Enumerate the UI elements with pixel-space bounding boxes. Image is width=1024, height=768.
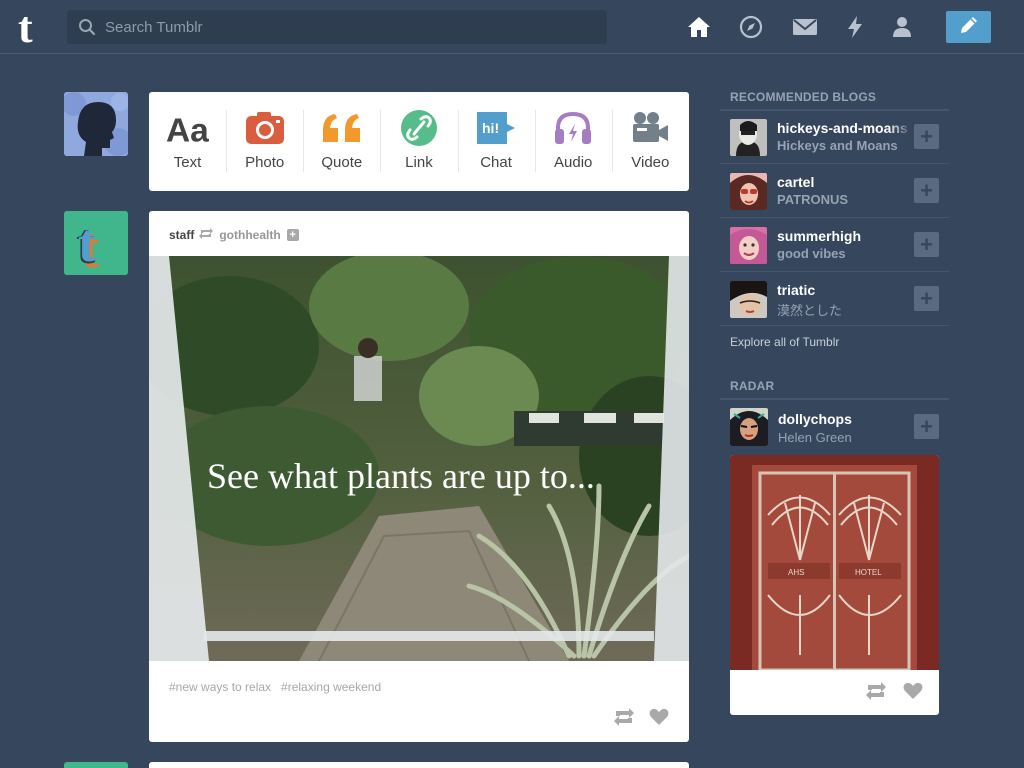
blog-avatar[interactable] <box>730 173 767 210</box>
recommended-blogs-title: RECOMMENDED BLOGS <box>720 90 949 111</box>
radar-post: AHS HOTEL <box>730 455 939 715</box>
radar-title: RADAR <box>720 379 949 400</box>
reblog-source-link[interactable]: gothhealth <box>219 228 280 242</box>
post-type-label: Link <box>405 154 433 171</box>
post-type-label: Photo <box>245 154 285 171</box>
search-input[interactable] <box>105 10 595 44</box>
post-type-label: Chat <box>480 154 512 171</box>
post-tags: #new ways to relax #relaxing weekend <box>169 680 381 694</box>
post-type-video[interactable]: Video <box>611 92 689 191</box>
activity-lightning-icon[interactable] <box>842 14 868 40</box>
blog-avatar[interactable] <box>730 281 767 318</box>
video-camera-icon <box>628 110 672 146</box>
recommended-blog-item[interactable]: cartel PATRONUS + <box>720 164 949 218</box>
like-heart-icon[interactable] <box>903 682 923 705</box>
reblog-arrow-icon <box>199 228 214 242</box>
follow-button[interactable]: + <box>914 414 939 439</box>
post-type-label: Audio <box>554 154 593 171</box>
next-post-avatar[interactable] <box>64 762 128 768</box>
explore-compass-icon[interactable] <box>738 14 764 40</box>
reblog-icon[interactable] <box>865 682 887 705</box>
text-aa-icon: Aa <box>166 110 210 146</box>
svg-text:hi!: hi! <box>482 120 499 136</box>
headphones-icon <box>551 110 595 146</box>
blog-avatar[interactable] <box>730 227 767 264</box>
tag-link[interactable]: #new ways to relax <box>169 680 271 694</box>
svg-text:Aa: Aa <box>166 112 209 146</box>
inbox-envelope-icon[interactable] <box>792 14 818 40</box>
follow-button[interactable]: + <box>914 286 939 311</box>
post-type-text[interactable]: Aa Text <box>149 92 226 191</box>
account-person-icon[interactable] <box>889 14 915 40</box>
blog-name[interactable]: hickeys-and-moans <box>777 120 912 136</box>
recommended-blog-item[interactable]: triatic 漠然とした + <box>720 272 949 326</box>
dashboard-post: staff gothhealth + See what plants are u… <box>149 211 689 742</box>
blog-avatar[interactable] <box>730 119 767 156</box>
tag-link[interactable]: #relaxing weekend <box>281 680 381 694</box>
blog-name[interactable]: cartel <box>777 174 912 190</box>
follow-button[interactable]: + <box>914 124 939 149</box>
radar-blog-title: Helen Green <box>778 430 852 445</box>
radar-photo-text-right: HOTEL <box>855 568 882 577</box>
blog-title: good vibes <box>777 246 846 261</box>
radar-blog-avatar[interactable] <box>730 408 768 446</box>
post-author-link[interactable]: staff <box>169 228 194 242</box>
reblog-icon[interactable] <box>613 708 635 731</box>
follow-plus-icon[interactable]: + <box>286 229 299 241</box>
blog-title: Hickeys and Moans <box>777 138 898 153</box>
post-type-label: Quote <box>321 154 363 171</box>
blog-name[interactable]: triatic <box>777 282 912 298</box>
chat-icon: hi! <box>474 110 518 146</box>
recommended-blog-item[interactable]: summerhigh good vibes + <box>720 218 949 272</box>
blog-name[interactable]: summerhigh <box>777 228 912 244</box>
post-photo[interactable]: See what plants are up to... <box>149 256 689 661</box>
staff-avatar[interactable]: t t t <box>64 211 128 275</box>
radar-blog[interactable]: dollychops Helen Green + <box>720 406 949 450</box>
post-header: staff gothhealth + <box>169 227 299 243</box>
like-heart-icon[interactable] <box>649 708 669 731</box>
follow-button[interactable]: + <box>914 178 939 203</box>
pencil-icon <box>959 15 979 40</box>
post-type-selector: Aa Text Photo Quote Link hi! Chat Audio <box>149 92 689 191</box>
radar-photo-text-left: AHS <box>788 568 804 577</box>
post-actions <box>613 708 669 731</box>
radar-blog-name[interactable]: dollychops <box>778 411 852 427</box>
recommended-blog-item[interactable]: hickeys-and-moans Hickeys and Moans + <box>720 110 949 164</box>
top-header: t <box>0 0 1024 54</box>
home-icon[interactable] <box>686 14 712 40</box>
blog-title: 漠然とした <box>777 304 843 319</box>
radar-photo[interactable]: AHS HOTEL <box>730 455 939 672</box>
explore-all-link[interactable]: Explore all of Tumblr <box>730 335 839 349</box>
post-type-photo[interactable]: Photo <box>226 92 303 191</box>
post-type-label: Video <box>631 154 670 171</box>
post-type-audio[interactable]: Audio <box>534 92 612 191</box>
post-type-quote[interactable]: Quote <box>303 92 380 191</box>
quote-icon <box>320 110 364 146</box>
post-type-chat[interactable]: hi! Chat <box>457 92 535 191</box>
camera-icon <box>243 110 287 146</box>
svg-text:t: t <box>18 6 33 48</box>
search-icon <box>78 18 96 36</box>
svg-text:t: t <box>78 213 96 273</box>
follow-button[interactable]: + <box>914 232 939 257</box>
radar-actions <box>865 682 923 705</box>
link-icon <box>397 110 441 146</box>
next-post <box>149 762 689 768</box>
tumblr-logo[interactable]: t <box>16 3 50 52</box>
blog-title: PATRONUS <box>777 192 849 207</box>
compose-button[interactable] <box>946 11 991 43</box>
post-type-label: Text <box>173 154 202 171</box>
photo-caption: See what plants are up to... <box>207 456 595 496</box>
post-type-link[interactable]: Link <box>380 92 457 191</box>
search-bar[interactable] <box>67 10 607 44</box>
user-avatar[interactable] <box>64 92 128 156</box>
